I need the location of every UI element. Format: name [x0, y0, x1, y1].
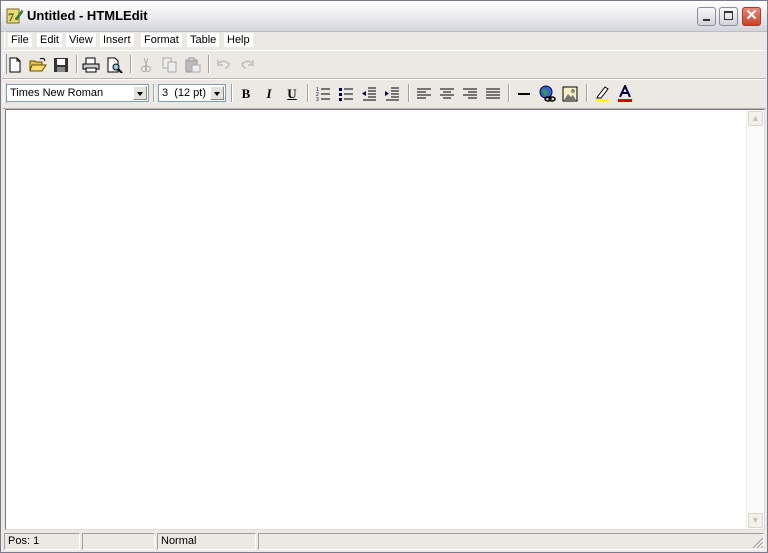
- standard-toolbar: [2, 50, 766, 79]
- toolbar-separator: [231, 84, 233, 102]
- svg-text:7: 7: [8, 10, 14, 24]
- hyperlink-globe-icon: [539, 85, 556, 102]
- align-right-icon: [463, 88, 477, 99]
- copy-icon: [162, 57, 177, 73]
- chevron-down-icon[interactable]: [133, 86, 147, 100]
- toolbar-separator: [208, 55, 210, 73]
- format-toolbar: Times New Roman 3 (12 pt) B I U 123: [2, 79, 766, 109]
- status-panel-2: [82, 533, 155, 550]
- toolbar-separator: [76, 55, 78, 73]
- menu-table[interactable]: Table: [187, 33, 220, 47]
- indent-icon: [385, 87, 399, 101]
- horizontal-rule-icon: [518, 93, 530, 95]
- vertical-scrollbar[interactable]: ▲ ▼: [746, 110, 764, 529]
- printer-icon: [82, 57, 100, 73]
- scroll-down-button[interactable]: ▼: [748, 513, 763, 528]
- highlighter-icon: [595, 86, 609, 102]
- font-name-select[interactable]: Times New Roman: [6, 84, 149, 102]
- copy-button[interactable]: [160, 55, 180, 75]
- paste-button[interactable]: [183, 55, 203, 75]
- open-folder-icon: [29, 57, 47, 72]
- status-position: Pos: 1: [4, 533, 80, 550]
- minimize-icon: [703, 19, 710, 21]
- maximize-icon: [724, 11, 733, 20]
- undo-button[interactable]: [214, 55, 234, 75]
- htmledit-app-icon: 7: [6, 8, 24, 24]
- save-button[interactable]: [51, 55, 71, 75]
- close-icon: ✕: [745, 7, 758, 24]
- justify-icon: [486, 88, 500, 99]
- font-name-value: Times New Roman: [10, 87, 104, 99]
- status-mode: Normal: [157, 533, 256, 550]
- new-document-icon: [9, 57, 21, 73]
- horizontal-rule-button[interactable]: [514, 84, 534, 104]
- print-preview-button[interactable]: [105, 55, 125, 75]
- title-bar[interactable]: 7 Untitled - HTMLEdit ✕: [1, 1, 767, 32]
- scissors-icon: [141, 57, 151, 72]
- toolbar-separator: [408, 84, 410, 102]
- print-preview-icon: [107, 57, 123, 73]
- open-button[interactable]: [28, 55, 48, 75]
- toolbar-separator: [153, 84, 155, 102]
- maximize-button[interactable]: [719, 7, 738, 26]
- align-center-icon: [440, 88, 454, 99]
- status-bar: Pos: 1 Normal: [2, 532, 766, 551]
- increase-indent-button[interactable]: [382, 84, 402, 104]
- menu-help[interactable]: Help: [224, 33, 253, 47]
- menu-insert[interactable]: Insert: [100, 33, 134, 47]
- bulleted-list-icon: [339, 88, 353, 101]
- resize-grip-icon[interactable]: [752, 537, 764, 549]
- status-panel-4: [258, 533, 764, 550]
- chevron-up-icon: ▲: [751, 113, 760, 123]
- svg-text:3: 3: [316, 97, 319, 102]
- minimize-button[interactable]: [697, 7, 716, 26]
- align-right-button[interactable]: [460, 84, 480, 104]
- editor-pane: ▲ ▼: [5, 109, 765, 530]
- font-size-value: 3 (12 pt): [162, 87, 207, 99]
- outdent-icon: [362, 87, 376, 101]
- chevron-down-icon: ▼: [751, 515, 760, 525]
- toolbar-separator: [130, 55, 132, 73]
- menu-view[interactable]: View: [66, 33, 96, 47]
- paste-icon: [185, 57, 201, 73]
- numbered-list-button[interactable]: 123: [313, 84, 333, 104]
- image-icon: [562, 86, 578, 102]
- numbered-list-icon: 123: [316, 87, 330, 102]
- redo-button[interactable]: [237, 55, 257, 75]
- font-size-select[interactable]: 3 (12 pt): [158, 84, 226, 102]
- cut-button[interactable]: [136, 55, 156, 75]
- document-editing-area[interactable]: [6, 110, 747, 529]
- font-color-button[interactable]: [615, 84, 635, 104]
- print-button[interactable]: [81, 55, 101, 75]
- redo-icon: [241, 60, 254, 69]
- align-left-icon: [417, 88, 431, 99]
- decrease-indent-button[interactable]: [359, 84, 379, 104]
- new-button[interactable]: [5, 55, 25, 75]
- scroll-up-button[interactable]: ▲: [748, 111, 763, 126]
- align-center-button[interactable]: [437, 84, 457, 104]
- highlight-color-button[interactable]: [592, 84, 612, 104]
- toolbar-separator: [508, 84, 510, 102]
- justify-button[interactable]: [483, 84, 503, 104]
- bold-button[interactable]: B: [236, 84, 256, 104]
- save-disk-icon: [54, 58, 68, 72]
- menu-bar: File Edit View Insert Format Table Help: [4, 31, 765, 49]
- undo-icon: [217, 60, 230, 69]
- menu-edit[interactable]: Edit: [37, 33, 62, 47]
- toolbar-separator: [586, 84, 588, 102]
- menu-file[interactable]: File: [8, 33, 32, 47]
- window-title: Untitled - HTMLEdit: [27, 8, 148, 23]
- italic-button[interactable]: I: [259, 84, 279, 104]
- insert-image-button[interactable]: [560, 84, 580, 104]
- toolbar-separator: [307, 84, 309, 102]
- htmledit-window: 7 Untitled - HTMLEdit ✕ File Edit View I…: [0, 0, 768, 553]
- chevron-down-icon[interactable]: [210, 86, 224, 100]
- bulleted-list-button[interactable]: [336, 84, 356, 104]
- menu-format[interactable]: Format: [141, 33, 182, 47]
- font-color-icon: [618, 85, 632, 102]
- insert-link-button[interactable]: [537, 84, 557, 104]
- close-button[interactable]: ✕: [742, 7, 761, 26]
- underline-button[interactable]: U: [282, 84, 302, 104]
- align-left-button[interactable]: [414, 84, 434, 104]
